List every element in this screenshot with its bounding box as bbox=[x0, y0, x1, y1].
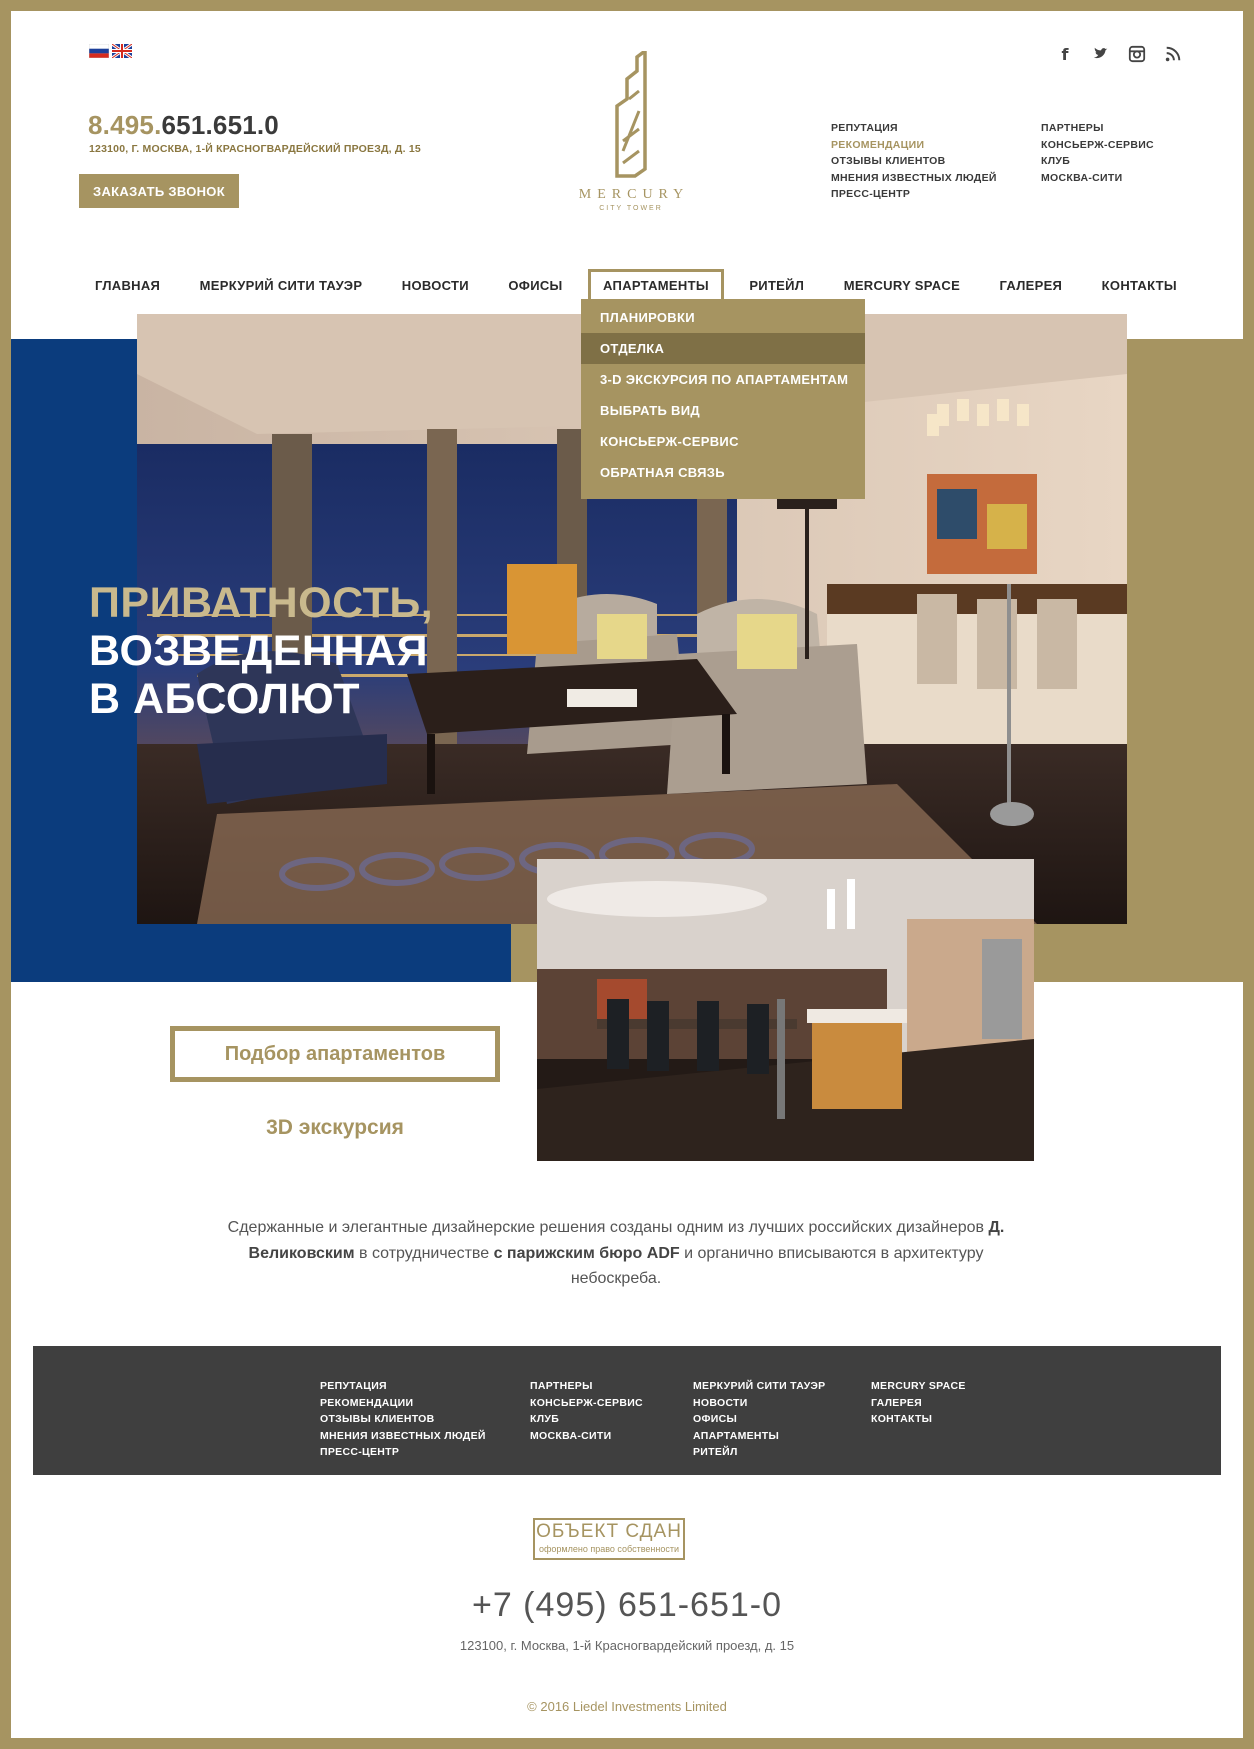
footer-link[interactable]: ГАЛЕРЕЯ bbox=[871, 1397, 966, 1414]
footer-link[interactable]: MERCURY SPACE bbox=[871, 1380, 966, 1397]
main-nav: ГЛАВНАЯ МЕРКУРИЙ СИТИ ТАУЭР НОВОСТИ ОФИС… bbox=[81, 267, 1191, 303]
top-link[interactable]: ПРЕСС-ЦЕНТР bbox=[831, 188, 1041, 205]
top-link[interactable]: ПАРТНЕРЫ bbox=[1041, 122, 1251, 139]
hero-title: ПРИВАТНОСТЬ, ВОЗВЕДЕННАЯ В АБСОЛЮТ bbox=[89, 579, 433, 723]
footer-link[interactable]: ОФИСЫ bbox=[693, 1413, 825, 1430]
top-link[interactable]: РЕПУТАЦИЯ bbox=[831, 122, 1041, 139]
top-links-col2: ПАРТНЕРЫ КОНСЬЕРЖ-СЕРВИС КЛУБ МОСКВА-СИТ… bbox=[1041, 122, 1251, 205]
copyright: © 2016 Liedel Investments Limited bbox=[527, 1699, 727, 1714]
nav-item-home[interactable]: ГЛАВНАЯ bbox=[81, 269, 174, 302]
top-links-col1: РЕПУТАЦИЯ РЕКОМЕНДАЦИИ ОТЗЫВЫ КЛИЕНТОВ М… bbox=[831, 122, 1041, 205]
footer-link[interactable]: ОТЗЫВЫ КЛИЕНТОВ bbox=[320, 1413, 486, 1430]
dropdown-item-3d-tour[interactable]: 3-D ЭКСКУРСИЯ ПО АПАРТАМЕНТАМ bbox=[581, 364, 865, 395]
header-phone[interactable]: 8.495.651.651.0 bbox=[88, 110, 279, 141]
nav-item-offices[interactable]: ОФИСЫ bbox=[494, 269, 576, 302]
top-link[interactable]: РЕКОМЕНДАЦИИ bbox=[831, 139, 1041, 156]
footer-link[interactable]: КЛУБ bbox=[530, 1413, 643, 1430]
twitter-icon[interactable] bbox=[1091, 45, 1111, 65]
badge-title: ОБЪЕКТ СДАН bbox=[536, 1521, 682, 1542]
callback-button[interactable]: ЗАКАЗАТЬ ЗВОНОК bbox=[79, 174, 239, 208]
3d-tour-link[interactable]: 3D экскурсия bbox=[170, 1116, 500, 1140]
hero-title-line2: ВОЗВЕДЕННАЯ bbox=[89, 627, 428, 675]
instagram-icon[interactable] bbox=[1127, 45, 1147, 65]
hero-title-line3: В АБСОЛЮТ bbox=[89, 675, 360, 723]
nav-item-gallery[interactable]: ГАЛЕРЕЯ bbox=[986, 269, 1077, 302]
footer-col4: MERCURY SPACE ГАЛЕРЕЯ КОНТАКТЫ bbox=[871, 1380, 966, 1430]
ru-flag-icon[interactable] bbox=[89, 44, 109, 58]
header-address: 123100, Г. МОСКВА, 1-Й КРАСНОГВАРДЕЙСКИЙ… bbox=[89, 143, 421, 155]
footer-col3: МЕРКУРИЙ СИТИ ТАУЭР НОВОСТИ ОФИСЫ АПАРТА… bbox=[693, 1380, 825, 1463]
nav-item-news[interactable]: НОВОСТИ bbox=[388, 269, 483, 302]
dropdown-item-concierge[interactable]: КОНСЬЕРЖ-СЕРВИС bbox=[581, 426, 865, 457]
top-link[interactable]: МНЕНИЯ ИЗВЕСТНЫХ ЛЮДЕЙ bbox=[831, 172, 1041, 189]
footer-link[interactable]: ПРЕСС-ЦЕНТР bbox=[320, 1446, 486, 1463]
footer-link[interactable]: НОВОСТИ bbox=[693, 1397, 825, 1414]
social-links: f bbox=[1055, 45, 1183, 65]
hero-title-line1: ПРИВАТНОСТЬ, bbox=[89, 579, 434, 627]
top-link[interactable]: ОТЗЫВЫ КЛИЕНТОВ bbox=[831, 155, 1041, 172]
footer-links: РЕПУТАЦИЯ РЕКОМЕНДАЦИИ ОТЗЫВЫ КЛИЕНТОВ М… bbox=[33, 1346, 1221, 1475]
apartments-dropdown: ПЛАНИРОВКИ ОТДЕЛКА 3-D ЭКСКУРСИЯ ПО АПАР… bbox=[581, 299, 865, 499]
footer-link[interactable]: МЕРКУРИЙ СИТИ ТАУЭР bbox=[693, 1380, 825, 1397]
footer-phone[interactable]: +7 (495) 651-651-0 bbox=[11, 1586, 1243, 1625]
footer-link[interactable]: РЕПУТАЦИЯ bbox=[320, 1380, 486, 1397]
footer-link[interactable]: КОНСЬЕРЖ-СЕРВИС bbox=[530, 1397, 643, 1414]
dropdown-item-plans[interactable]: ПЛАНИРОВКИ bbox=[581, 302, 865, 333]
tower-logo-icon bbox=[615, 51, 647, 178]
nav-item-contacts[interactable]: КОНТАКТЫ bbox=[1088, 269, 1191, 302]
uk-flag-icon[interactable] bbox=[112, 44, 132, 58]
logo-subtitle: CITY TOWER bbox=[599, 205, 663, 212]
nav-item-tower[interactable]: МЕРКУРИЙ СИТИ ТАУЭР bbox=[186, 269, 377, 302]
facebook-icon[interactable]: f bbox=[1055, 45, 1075, 65]
top-links: РЕПУТАЦИЯ РЕКОМЕНДАЦИИ ОТЗЫВЫ КЛИЕНТОВ М… bbox=[831, 122, 1251, 205]
dropdown-item-finishing[interactable]: ОТДЕЛКА bbox=[581, 333, 865, 364]
footer-link[interactable]: МОСКВА-СИТИ bbox=[530, 1430, 643, 1447]
bureau-name: с парижским бюро ADF bbox=[493, 1244, 680, 1262]
footer-col1: РЕПУТАЦИЯ РЕКОМЕНДАЦИИ ОТЗЫВЫ КЛИЕНТОВ М… bbox=[320, 1380, 486, 1463]
footer-link[interactable]: КОНТАКТЫ bbox=[871, 1413, 966, 1430]
dropdown-item-choose-view[interactable]: ВЫБРАТЬ ВИД bbox=[581, 395, 865, 426]
footer-address: 123100, г. Москва, 1-й Красногвардейский… bbox=[459, 1638, 795, 1653]
footer-link[interactable]: МНЕНИЯ ИЗВЕСТНЫХ ЛЮДЕЙ bbox=[320, 1430, 486, 1447]
top-link[interactable]: КОНСЬЕРЖ-СЕРВИС bbox=[1041, 139, 1251, 156]
dropdown-item-feedback[interactable]: ОБРАТНАЯ СВЯЗЬ bbox=[581, 457, 865, 488]
nav-item-retail[interactable]: РИТЕЙЛ bbox=[735, 269, 818, 302]
nav-item-mercury-space[interactable]: MERCURY SPACE bbox=[830, 269, 974, 302]
badge-subtitle: оформлено право собственности bbox=[539, 1544, 679, 1554]
language-switcher bbox=[89, 44, 132, 58]
description-text: Сдержанные и элегантные дизайнерские реш… bbox=[227, 1219, 1005, 1287]
logo[interactable]: MERCURY CITY TOWER bbox=[551, 51, 711, 236]
footer-link[interactable]: ПАРТНЕРЫ bbox=[530, 1380, 643, 1397]
select-apartments-button[interactable]: Подбор апартаментов bbox=[170, 1026, 500, 1082]
footer-col2: ПАРТНЕРЫ КОНСЬЕРЖ-СЕРВИС КЛУБ МОСКВА-СИТ… bbox=[530, 1380, 643, 1446]
page: f 8.495.651.651.0 123100, Г. МОСКВА, 1-Й… bbox=[11, 11, 1243, 1738]
footer-link[interactable]: РЕКОМЕНДАЦИИ bbox=[320, 1397, 486, 1414]
top-link[interactable]: МОСКВА-СИТИ bbox=[1041, 172, 1251, 189]
nav-item-apartments[interactable]: АПАРТАМЕНТЫ bbox=[588, 268, 724, 302]
footer-link[interactable]: АПАРТАМЕНТЫ bbox=[693, 1430, 825, 1447]
footer-link[interactable]: РИТЕЙЛ bbox=[693, 1446, 825, 1463]
logo-wordmark: MERCURY bbox=[578, 187, 690, 202]
rss-icon[interactable] bbox=[1163, 45, 1183, 65]
top-link[interactable]: КЛУБ bbox=[1041, 155, 1251, 172]
kitchen-image bbox=[537, 859, 1034, 1161]
object-completed-badge: ОБЪЕКТ СДАН оформлено право собственност… bbox=[533, 1518, 685, 1560]
